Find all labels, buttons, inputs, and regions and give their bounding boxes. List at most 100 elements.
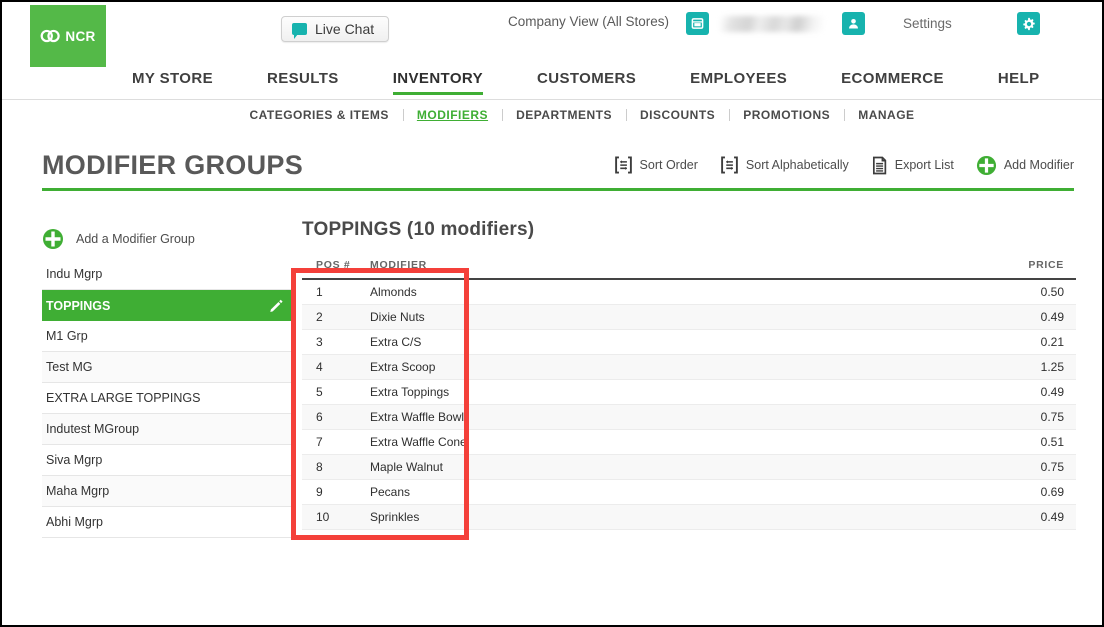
cell-empty <box>356 530 566 546</box>
sidebar-item-m1-grp[interactable]: M1 Grp <box>42 321 292 352</box>
export-list-button[interactable]: Export List <box>871 156 954 175</box>
sidebar-item-toppings[interactable]: TOPPINGS <box>42 290 292 321</box>
nav-help[interactable]: HELP <box>998 70 1040 95</box>
subnav-discounts[interactable]: DISCOUNTS <box>626 108 729 122</box>
cell-modifier: Extra Waffle Bowl <box>356 404 566 430</box>
cell-modifier: Extra Toppings <box>356 379 566 405</box>
subnav-promotions[interactable]: PROMOTIONS <box>729 108 844 122</box>
cell-pos: 4 <box>302 354 356 380</box>
ncr-interlocking-circles-icon <box>41 29 61 43</box>
sidebar-item-extra-large-toppings[interactable]: EXTRA LARGE TOPPINGS <box>42 383 292 414</box>
table-row[interactable]: 4 Extra Scoop 1.25 <box>302 354 1076 380</box>
cell-empty <box>566 530 1076 546</box>
chat-bubble-icon <box>292 23 307 39</box>
cell-price: 0.50 <box>566 279 1076 305</box>
table-row[interactable]: 2 Dixie Nuts 0.49 <box>302 304 1076 330</box>
nav-ecommerce[interactable]: ECOMMERCE <box>841 70 944 95</box>
cell-price: 0.49 <box>566 304 1076 330</box>
column-header-price[interactable]: PRICE <box>566 255 1076 280</box>
cell-pos: 8 <box>302 454 356 480</box>
pencil-icon[interactable] <box>269 298 284 313</box>
user-name-redacted <box>720 16 824 32</box>
column-header-pos[interactable]: POS # <box>302 255 356 280</box>
modifier-group-sidebar: Add a Modifier Group Indu Mgrp TOPPINGS … <box>42 219 292 546</box>
cell-modifier: Almonds <box>356 279 566 305</box>
add-modifier-group-label: Add a Modifier Group <box>76 232 195 246</box>
store-glyph <box>691 18 704 29</box>
table-row[interactable]: 6 Extra Waffle Bowl 0.75 <box>302 404 1076 430</box>
cell-modifier: Extra Waffle Cone <box>356 429 566 455</box>
sidebar-item-label: M1 Grp <box>46 329 88 343</box>
sidebar-item-label: Test MG <box>46 360 93 374</box>
live-chat-button[interactable]: Live Chat <box>281 16 390 42</box>
page-actions: Sort Order Sort Alphabetically Export Li… <box>614 155 1074 176</box>
gear-icon[interactable] <box>1017 12 1040 35</box>
table-row[interactable]: 8 Maple Walnut 0.75 <box>302 454 1076 480</box>
sidebar-item-maha-mgrp[interactable]: Maha Mgrp <box>42 476 292 507</box>
export-list-icon <box>872 156 886 174</box>
cell-modifier: Extra Scoop <box>356 354 566 380</box>
sort-alphabetically-button[interactable]: Sort Alphabetically <box>720 156 849 174</box>
settings-label[interactable]: Settings <box>903 16 952 31</box>
nav-results[interactable]: RESULTS <box>267 70 339 95</box>
modifier-table-title: TOPPINGS (10 modifiers) <box>302 219 535 240</box>
company-view-label: Company View (All Stores) <box>508 14 670 29</box>
column-header-modifier[interactable]: MODIFIER <box>356 255 566 280</box>
subnav-modifiers[interactable]: MODIFIERS <box>402 108 502 122</box>
ncr-logo-text: NCR <box>65 28 96 44</box>
cell-price: 0.69 <box>566 479 1076 505</box>
sidebar-item-test-mg[interactable]: Test MG <box>42 352 292 383</box>
subnav-categories-items[interactable]: CATEGORIES & ITEMS <box>235 108 402 122</box>
sort-order-button[interactable]: Sort Order <box>614 156 698 174</box>
user-glyph <box>849 18 858 29</box>
cell-modifier: Extra C/S <box>356 329 566 355</box>
main-navigation: MY STORE RESULTS INVENTORY CUSTOMERS EMP… <box>2 64 1102 100</box>
gear-glyph <box>1022 17 1035 30</box>
table-header-row: POS # MODIFIER PRICE <box>302 255 1076 280</box>
nav-inventory[interactable]: INVENTORY <box>392 70 484 95</box>
live-chat-label: Live Chat <box>315 21 375 37</box>
ncr-logo[interactable]: NCR <box>30 5 106 67</box>
cell-pos: 5 <box>302 379 356 405</box>
nav-employees[interactable]: EMPLOYEES <box>690 70 787 95</box>
table-row[interactable]: 9 Pecans 0.69 <box>302 479 1076 505</box>
cell-price: 0.21 <box>566 329 1076 355</box>
cell-empty <box>302 530 356 546</box>
sub-navigation: CATEGORIES & ITEMS MODIFIERS DEPARTMENTS… <box>2 100 1102 130</box>
sidebar-item-indu-mgrp[interactable]: Indu Mgrp <box>42 259 292 290</box>
nav-my-store[interactable]: MY STORE <box>132 70 213 95</box>
page-header-row: MODIFIER GROUPS Sort Order Sort Alphabet… <box>42 142 1074 188</box>
sort-alphabetically-icon <box>721 156 738 174</box>
sidebar-item-siva-mgrp[interactable]: Siva Mgrp <box>42 445 292 476</box>
sidebar-item-indutest-mgroup[interactable]: Indutest MGroup <box>42 414 292 445</box>
subnav-departments[interactable]: DEPARTMENTS <box>502 108 626 122</box>
user-icon[interactable] <box>842 12 865 35</box>
modifier-table: POS # MODIFIER PRICE 1 Almonds 0.50 2 Di… <box>302 255 1076 546</box>
cell-modifier: Maple Walnut <box>356 454 566 480</box>
modifier-table-body: 1 Almonds 0.50 2 Dixie Nuts 0.49 3 Extra… <box>302 279 1076 546</box>
sort-order-icon <box>614 156 632 174</box>
table-row[interactable]: 7 Extra Waffle Cone 0.51 <box>302 429 1076 455</box>
plus-circle-icon <box>43 229 63 249</box>
table-row[interactable]: 1 Almonds 0.50 <box>302 279 1076 305</box>
add-modifier-group-button[interactable]: Add a Modifier Group <box>42 219 292 259</box>
cell-pos: 3 <box>302 329 356 355</box>
modifier-table-panel: TOPPINGS (10 modifiers) POS # MODIFIER P… <box>302 219 1076 546</box>
title-divider <box>42 188 1074 191</box>
table-row[interactable]: 3 Extra C/S 0.21 <box>302 329 1076 355</box>
add-modifier-button[interactable]: Add Modifier <box>976 155 1074 176</box>
sidebar-item-abhi-mgrp[interactable]: Abhi Mgrp <box>42 507 292 538</box>
sidebar-item-label: Abhi Mgrp <box>46 515 103 529</box>
table-row[interactable]: 5 Extra Toppings 0.49 <box>302 379 1076 405</box>
nav-customers[interactable]: CUSTOMERS <box>537 70 636 95</box>
store-icon[interactable] <box>686 12 709 35</box>
cell-modifier: Dixie Nuts <box>356 304 566 330</box>
cell-pos: 6 <box>302 404 356 430</box>
table-row-filler <box>302 530 1076 546</box>
table-row[interactable]: 10 Sprinkles 0.49 <box>302 504 1076 530</box>
cell-pos: 9 <box>302 479 356 505</box>
cell-price: 0.49 <box>566 379 1076 405</box>
sidebar-item-label: Siva Mgrp <box>46 453 103 467</box>
subnav-manage[interactable]: MANAGE <box>844 108 928 122</box>
cell-price: 0.75 <box>566 404 1076 430</box>
